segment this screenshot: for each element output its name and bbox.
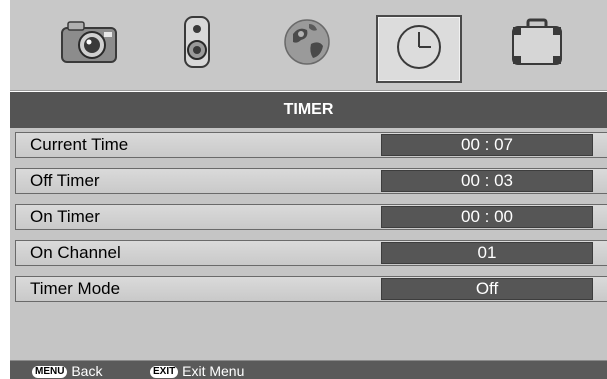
tab-lock[interactable] [498,13,576,75]
menu-row-on-channel[interactable]: On Channel 01 [15,240,607,266]
back-hint[interactable]: MENU Back [32,363,102,379]
timer-panel: TIMER Current Time 00 : 07 Off Timer 00 … [10,92,607,378]
menu-row-on-timer[interactable]: On Timer 00 : 00 [15,204,607,230]
exit-hint[interactable]: EXIT Exit Menu [150,363,244,379]
tab-setup[interactable] [268,13,346,75]
menu-row-timer-mode[interactable]: Timer Mode Off [15,276,607,302]
menu-key-badge: MENU [32,366,68,379]
row-value: 00 : 07 [381,134,593,156]
camera-icon [58,16,120,73]
tab-sound[interactable] [158,13,236,75]
row-value: 00 : 00 [381,206,593,228]
row-value: 01 [381,242,593,264]
speaker-icon [177,14,217,75]
briefcase-icon [507,16,567,73]
menu-row-current-time[interactable]: Current Time 00 : 07 [15,132,607,158]
globe-icon [279,14,335,75]
back-label: Back [71,363,103,379]
tab-timer[interactable] [376,15,462,83]
clock-icon [391,21,447,78]
footer-hints: MENU Back EXIT Exit Menu [10,360,607,379]
menu-icon-bar [10,0,607,91]
tab-picture[interactable] [50,13,128,75]
row-value: 00 : 03 [381,170,593,192]
panel-title: TIMER [10,92,607,128]
menu-row-off-timer[interactable]: Off Timer 00 : 03 [15,168,607,194]
exit-label: Exit Menu [182,363,245,379]
tv-menu-screen: TIMER Current Time 00 : 07 Off Timer 00 … [0,0,607,379]
exit-key-badge: EXIT [150,366,179,379]
row-value: Off [381,278,593,300]
